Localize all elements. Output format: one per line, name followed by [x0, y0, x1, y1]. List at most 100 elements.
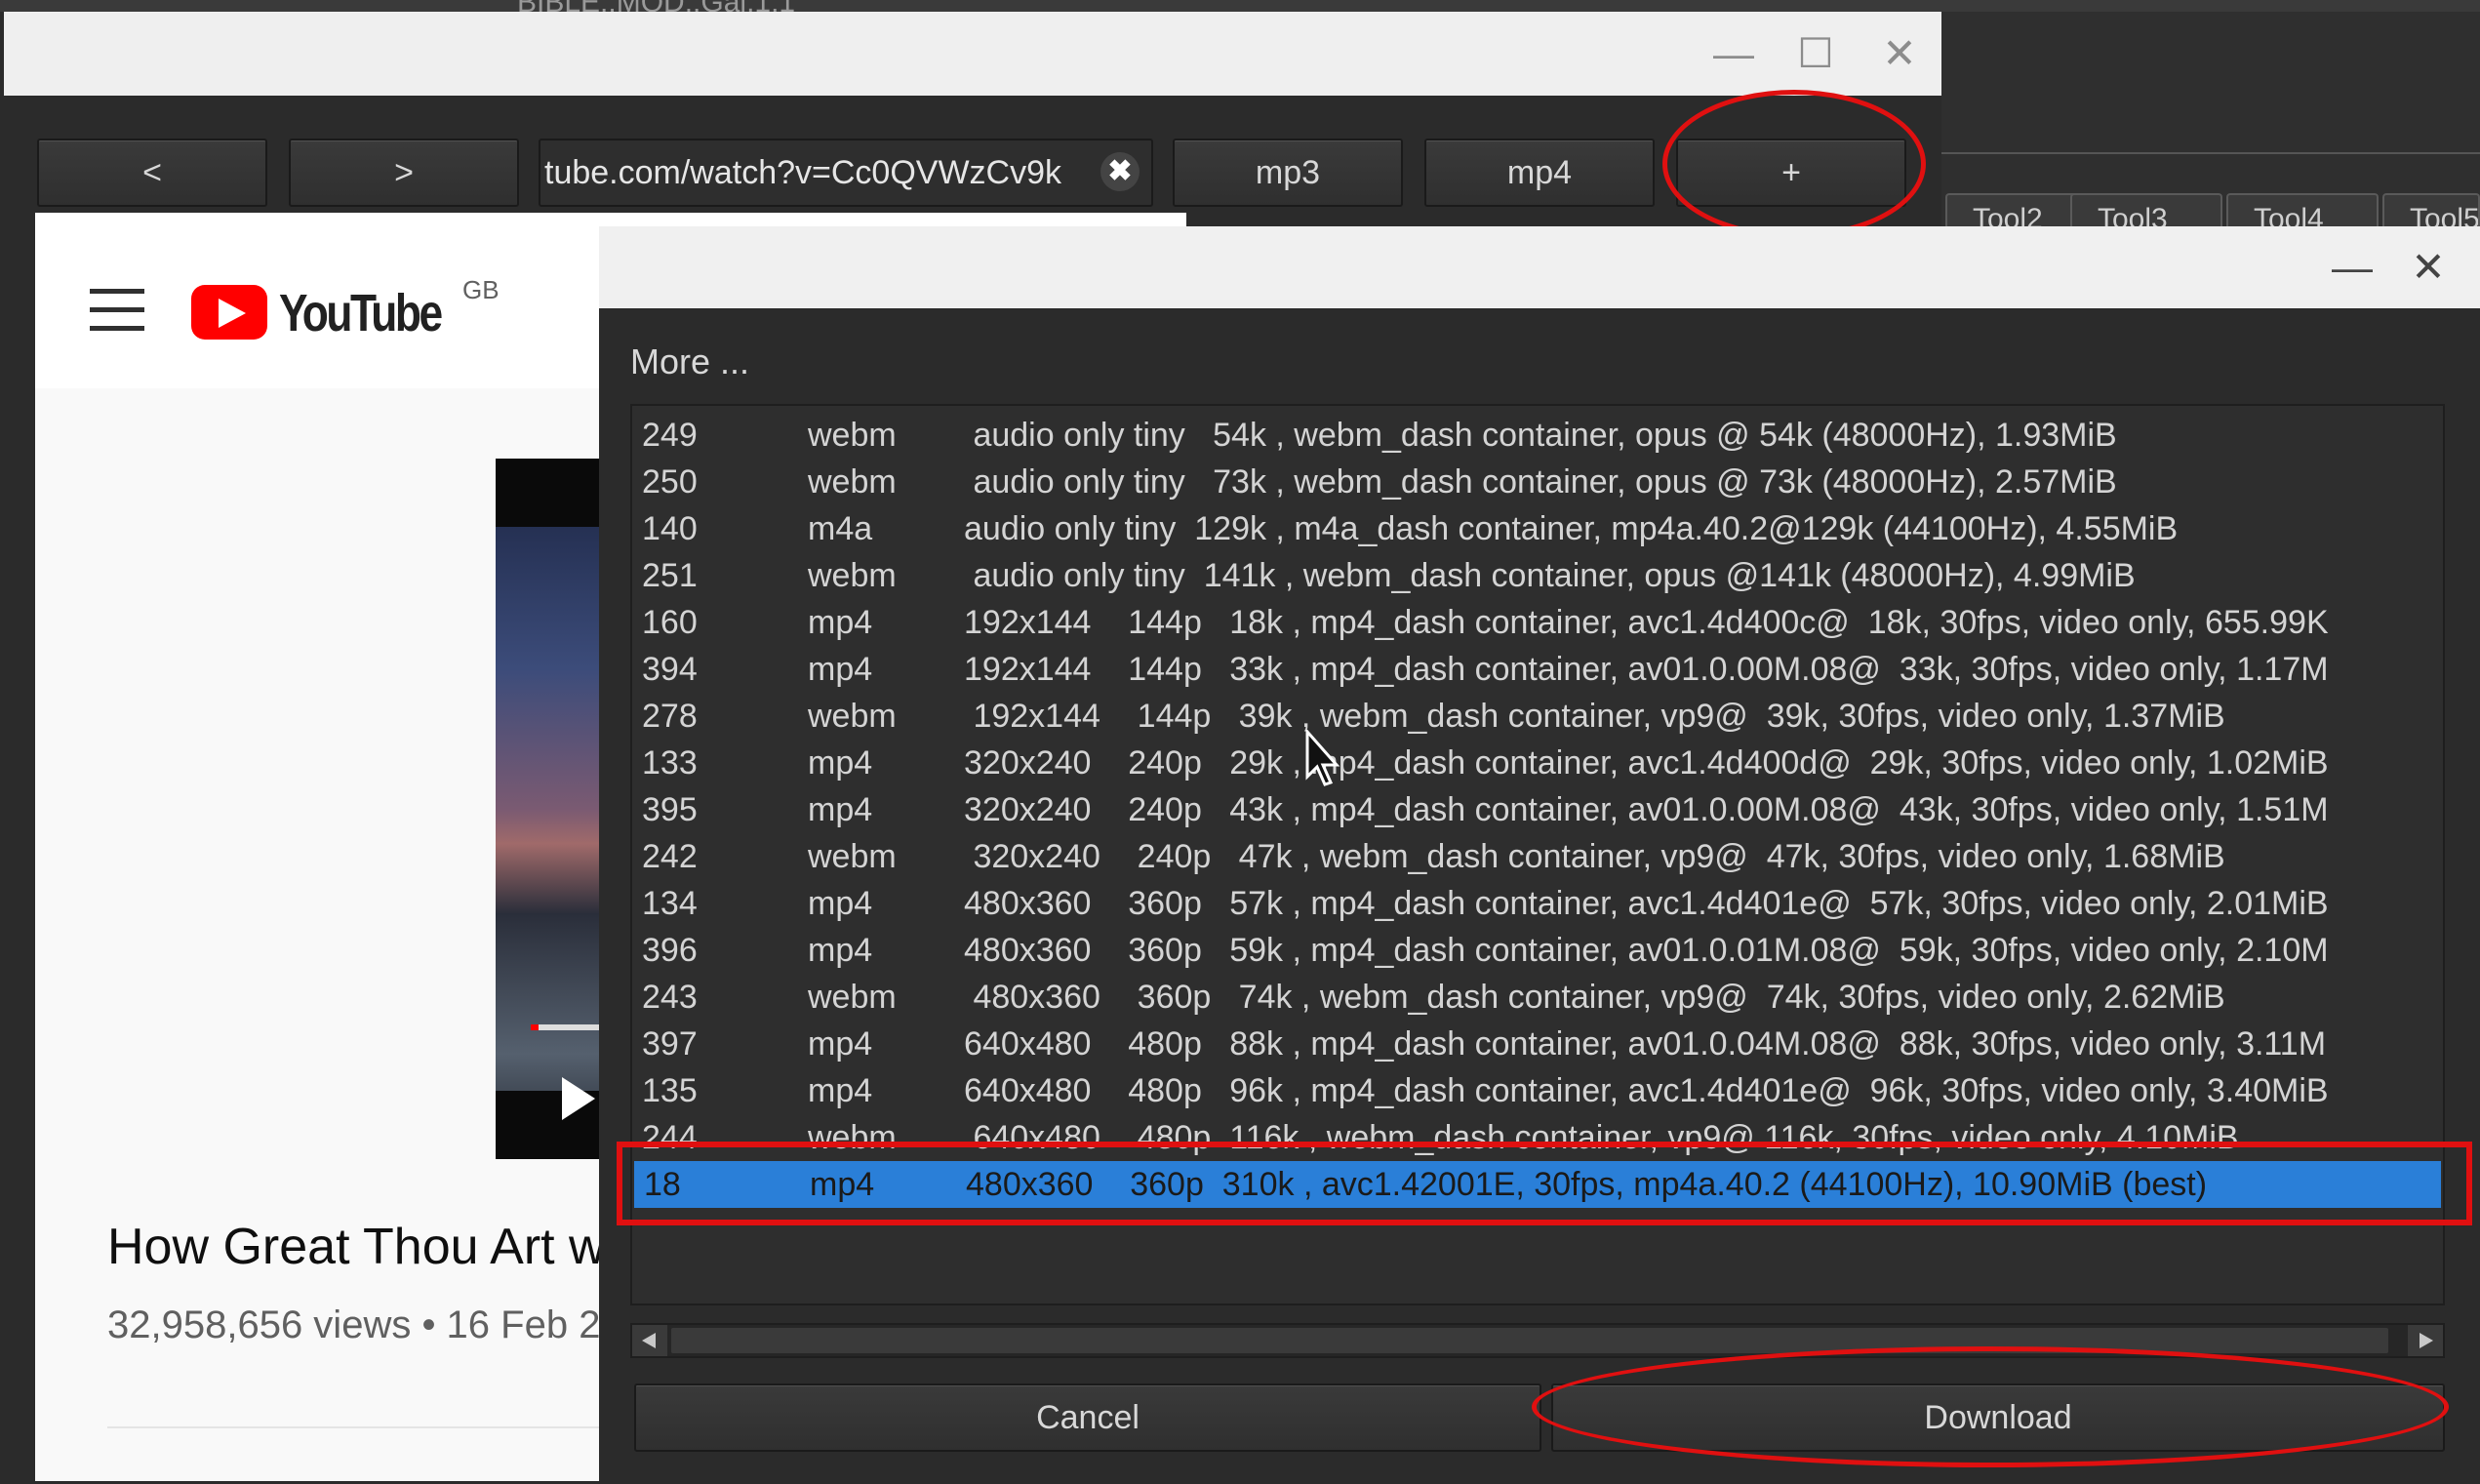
- background-divider: [1941, 152, 2480, 154]
- format-extension: webm: [808, 838, 897, 875]
- horizontal-scrollbar[interactable]: [630, 1323, 2445, 1358]
- format-note: 640x480 480p 88k , mp4_dash container, a…: [964, 1025, 2327, 1063]
- cancel-button[interactable]: Cancel: [634, 1384, 1541, 1452]
- url-value[interactable]: tube.com/watch?v=Cc0QVWzCv9k: [544, 140, 1091, 205]
- formats-list[interactable]: 249 webm audio only tiny 54k , webm_dash …: [630, 404, 2445, 1305]
- format-row[interactable]: 134 mp4 480x360 360p 57k , mp4_dash contai…: [632, 880, 2443, 927]
- format-row[interactable]: 133 mp4 320x240 240p 29k , mp4_dash contai…: [632, 740, 2443, 786]
- maximize-icon[interactable]: ☐: [1781, 12, 1850, 96]
- format-note: 192x144 144p 18k , mp4_dash container, a…: [964, 604, 2329, 641]
- menu-icon[interactable]: [90, 289, 144, 332]
- format-row[interactable]: 160 mp4 192x144 144p 18k , mp4_dash contai…: [632, 599, 2443, 646]
- dialog-minimize-icon[interactable]: —: [2318, 226, 2386, 308]
- format-id: 243: [642, 979, 698, 1016]
- format-extension: mp4: [808, 1072, 873, 1109]
- format-extension: webm: [808, 557, 897, 594]
- format-note: 192x144 144p 39k , webm_dash container, …: [964, 698, 2225, 735]
- close-icon[interactable]: ✕: [1865, 12, 1934, 96]
- format-note: audio only tiny 129k , m4a_dash containe…: [964, 510, 2179, 547]
- youtube-wordmark: YouTube: [279, 284, 443, 342]
- format-id: 395: [642, 791, 698, 828]
- format-row[interactable]: 397 mp4 640x480 480p 88k , mp4_dash contai…: [632, 1021, 2443, 1067]
- toolbar: < > tube.com/watch?v=Cc0QVWzCv9k ✖ mp3 m…: [4, 96, 1941, 224]
- format-extension: mp4: [808, 1025, 873, 1063]
- main-titlebar: — ☐ ✕: [4, 12, 1941, 96]
- format-row[interactable]: 244 webm 640x480 480p 116k , webm_dash co…: [632, 1114, 2443, 1161]
- format-row-selected[interactable]: 18 mp4 480x360 360p 310k , avc1.42001E, 30…: [634, 1161, 2441, 1208]
- format-note: 320x240 240p 47k , webm_dash container, …: [964, 838, 2225, 875]
- format-id: 278: [642, 698, 698, 735]
- minimize-icon[interactable]: —: [1700, 12, 1768, 96]
- format-id: 249: [642, 417, 698, 454]
- format-note: 480x360 360p 74k , webm_dash container, …: [964, 979, 2225, 1016]
- format-id: 394: [642, 651, 698, 688]
- format-extension: mp4: [808, 744, 873, 782]
- format-row[interactable]: 251 webm audio only tiny 141k , webm_dash…: [632, 552, 2443, 599]
- format-row[interactable]: 135 mp4 640x480 480p 96k , mp4_dash contai…: [632, 1067, 2443, 1114]
- forward-button[interactable]: >: [289, 139, 519, 207]
- video-title[interactable]: How Great Thou Art w: [107, 1218, 642, 1276]
- back-button[interactable]: <: [37, 139, 267, 207]
- youtube-play-icon: [191, 285, 267, 340]
- video-progress-fill: [531, 1024, 539, 1030]
- dialog-titlebar: — ✕: [599, 226, 2480, 308]
- more-formats-button[interactable]: +: [1676, 139, 1906, 207]
- format-note: audio only tiny 54k , webm_dash containe…: [964, 417, 2117, 454]
- format-extension: mp4: [808, 651, 873, 688]
- format-row[interactable]: 243 webm 480x360 360p 74k , webm_dash con…: [632, 974, 2443, 1021]
- format-id: 250: [642, 463, 698, 501]
- format-id: 135: [642, 1072, 698, 1109]
- mp3-button[interactable]: mp3: [1173, 139, 1403, 207]
- play-icon[interactable]: [562, 1077, 595, 1120]
- format-extension: webm: [808, 979, 897, 1016]
- format-id: 140: [642, 510, 698, 547]
- format-row[interactable]: 140 m4a audio only tiny 129k , m4a_dash co…: [632, 505, 2443, 552]
- video-meta: 32,958,656 views • 16 Feb 2: [107, 1304, 601, 1346]
- format-extension: mp4: [808, 885, 873, 922]
- format-note: 480x360 360p 310k , avc1.42001E, 30fps, …: [966, 1166, 2208, 1203]
- format-note: 192x144 144p 33k , mp4_dash container, a…: [964, 651, 2329, 688]
- format-row[interactable]: 249 webm audio only tiny 54k , webm_dash …: [632, 412, 2443, 459]
- format-id: 160: [642, 604, 698, 641]
- format-extension: webm: [808, 1119, 897, 1156]
- format-row[interactable]: 395 mp4 320x240 240p 43k , mp4_dash contai…: [632, 786, 2443, 833]
- scrollbar-thumb[interactable]: [671, 1328, 2388, 1353]
- youtube-logo[interactable]: YouTube GB: [191, 275, 500, 349]
- format-note: 480x360 360p 59k , mp4_dash container, a…: [964, 932, 2329, 969]
- format-note: 320x240 240p 29k , mp4_dash container, a…: [964, 744, 2329, 782]
- mp4-button[interactable]: mp4: [1424, 139, 1655, 207]
- mouse-cursor-icon: [1305, 730, 1340, 786]
- format-note: audio only tiny 73k , webm_dash containe…: [964, 463, 2117, 501]
- format-id: 396: [642, 932, 698, 969]
- format-row[interactable]: 394 mp4 192x144 144p 33k , mp4_dash contai…: [632, 646, 2443, 693]
- format-id: 397: [642, 1025, 698, 1063]
- format-extension: webm: [808, 463, 897, 501]
- format-note: audio only tiny 141k , webm_dash contain…: [964, 557, 2136, 594]
- format-row[interactable]: 242 webm 320x240 240p 47k , webm_dash con…: [632, 833, 2443, 880]
- format-extension: mp4: [808, 604, 873, 641]
- formats-dialog: — ✕ More ... 249 webm audio only tiny 54k…: [599, 226, 2480, 1484]
- format-extension: webm: [808, 698, 897, 735]
- format-row[interactable]: 278 webm 192x144 144p 39k , webm_dash con…: [632, 693, 2443, 740]
- dialog-close-icon[interactable]: ✕: [2394, 226, 2462, 308]
- format-id: 134: [642, 885, 698, 922]
- scroll-left-icon[interactable]: [632, 1325, 667, 1356]
- dialog-heading: More ...: [630, 341, 750, 381]
- region-label: GB: [462, 275, 500, 304]
- divider: [107, 1426, 642, 1428]
- format-extension: m4a: [808, 510, 873, 547]
- format-extension: mp4: [810, 1166, 875, 1203]
- scroll-right-icon[interactable]: [2408, 1325, 2443, 1356]
- url-input[interactable]: tube.com/watch?v=Cc0QVWzCv9k ✖: [539, 139, 1153, 207]
- format-note: 640x480 480p 116k , webm_dash container,…: [964, 1119, 2239, 1156]
- format-row[interactable]: 396 mp4 480x360 360p 59k , mp4_dash contai…: [632, 927, 2443, 974]
- download-button[interactable]: Download: [1551, 1384, 2445, 1452]
- format-note: 640x480 480p 96k , mp4_dash container, a…: [964, 1072, 2329, 1109]
- format-extension: webm: [808, 417, 897, 454]
- format-extension: mp4: [808, 932, 873, 969]
- clear-icon[interactable]: ✖: [1100, 152, 1140, 191]
- format-id: 244: [642, 1119, 698, 1156]
- format-id: 133: [642, 744, 698, 782]
- format-note: 320x240 240p 43k , mp4_dash container, a…: [964, 791, 2329, 828]
- format-row[interactable]: 250 webm audio only tiny 73k , webm_dash …: [632, 459, 2443, 505]
